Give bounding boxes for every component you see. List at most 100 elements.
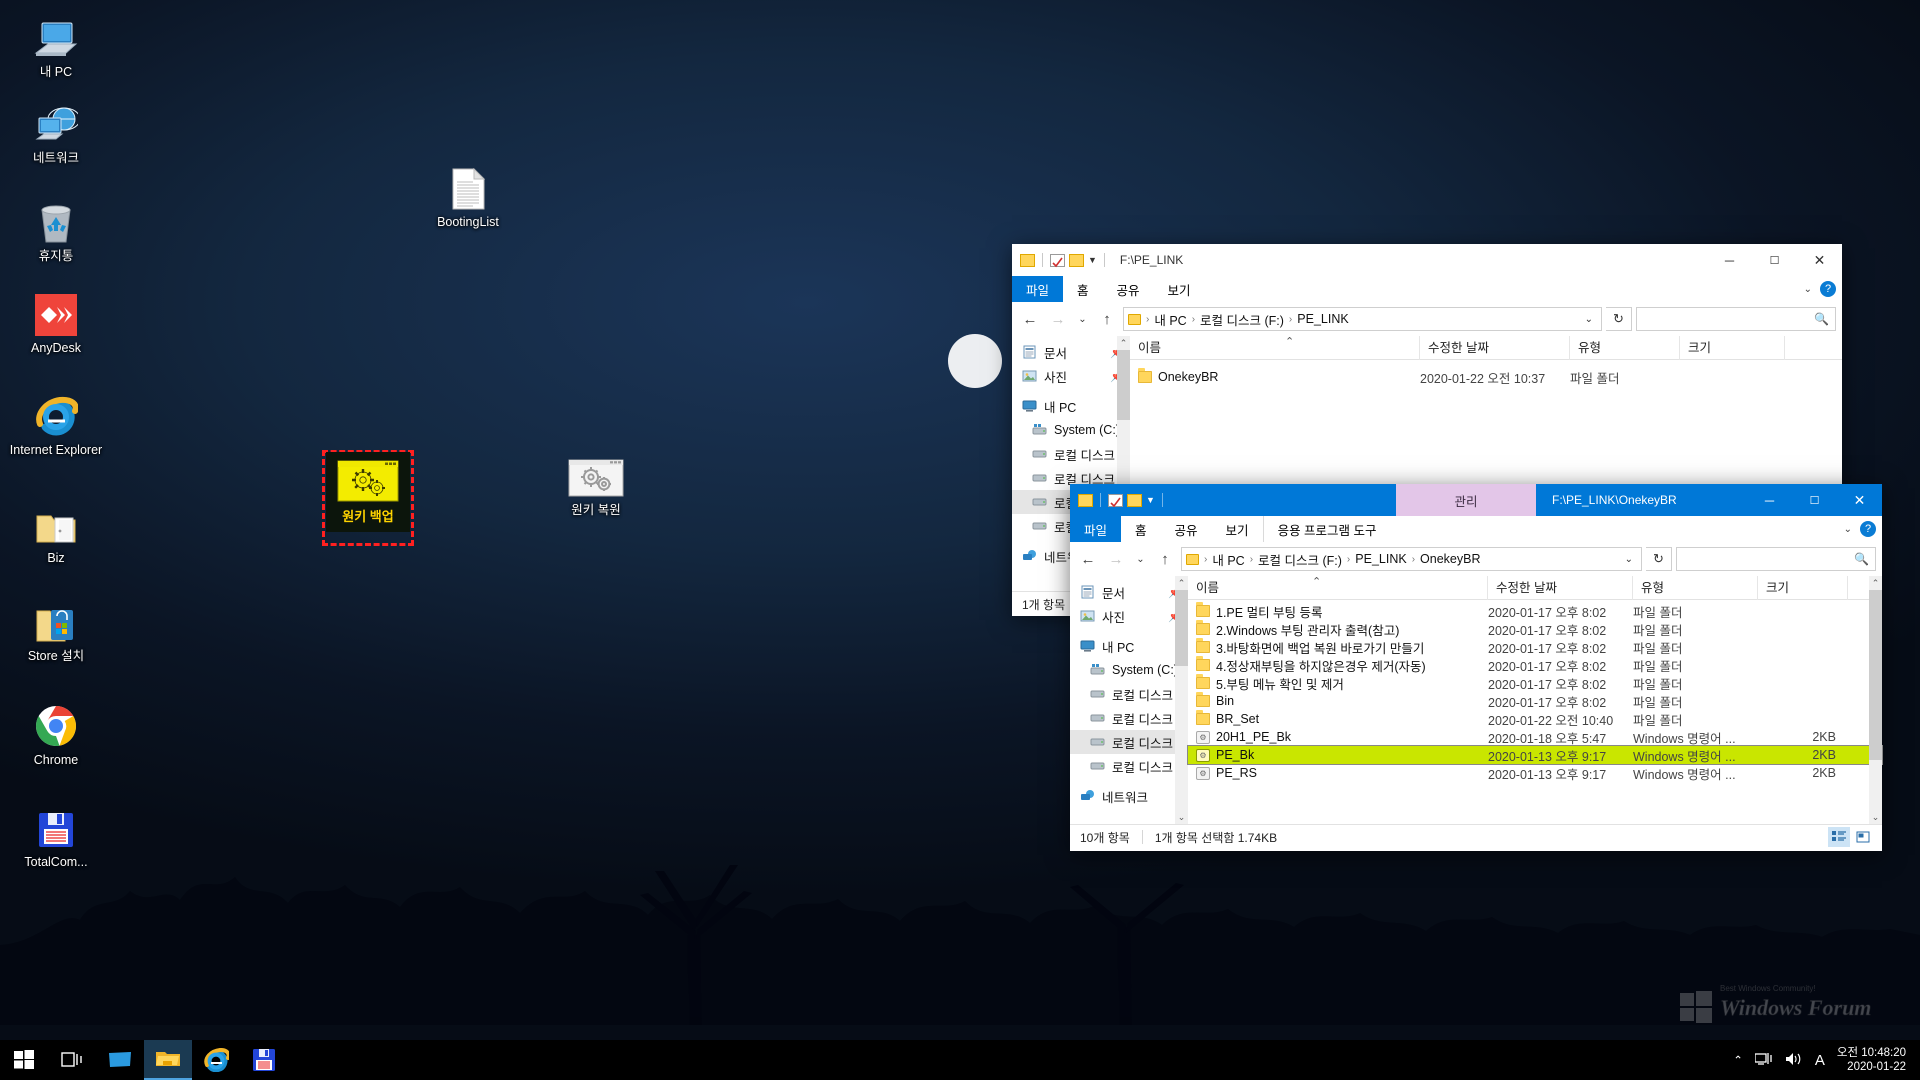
nav-item-system-c[interactable]: System (C:) <box>1070 658 1188 682</box>
column-size[interactable]: 크기 <box>1758 575 1848 600</box>
table-row[interactable]: 1.PE 멀티 부팅 등록 2020-01-17 오후 8:02 파일 폴더 <box>1188 602 1882 620</box>
recent-locations-chevron-icon[interactable]: ⌄ <box>1132 547 1149 571</box>
column-name[interactable]: 이름 ⌃ <box>1130 335 1420 360</box>
scroll-up-arrow-icon[interactable]: ⌃ <box>1117 336 1130 350</box>
table-row[interactable]: 5.부팅 메뉴 확인 및 제거 2020-01-17 오후 8:02 파일 폴더 <box>1188 674 1882 692</box>
window2-navigation-pane[interactable]: 문서 📌 사진 📌 내 PC System <box>1070 576 1188 824</box>
desktop-icon-store-install[interactable]: Store 설치 <box>8 596 104 664</box>
minimize-button[interactable]: ─ <box>1747 484 1792 516</box>
breadcrumb-item-1[interactable]: 로컬 디스크 (F:) <box>1200 310 1284 329</box>
nav-item-my-pc[interactable]: 내 PC <box>1012 394 1130 418</box>
tab-share[interactable]: 공유 <box>1103 276 1154 302</box>
large-icons-view-button[interactable] <box>1852 827 1874 847</box>
volume-tray-icon[interactable] <box>1785 1052 1803 1069</box>
desktop-icon-bootinglist[interactable]: BootingList <box>420 162 516 230</box>
folder-icon[interactable] <box>1078 493 1093 507</box>
desktop-icon-my-pc[interactable]: 내 PC <box>8 12 104 80</box>
expand-ribbon-chevron-icon[interactable]: ⌄ <box>1804 284 1812 295</box>
clock[interactable]: 오전 10:48:20 2020-01-22 <box>1837 1046 1906 1074</box>
breadcrumb[interactable]: › 내 PC › 로컬 디스크 (F:) › PE_LINK ⌄ <box>1123 307 1602 331</box>
ime-indicator[interactable]: A <box>1815 1052 1825 1069</box>
start-button[interactable] <box>0 1040 48 1080</box>
nav-item-drive-f[interactable]: 로컬 디스크 (F:) <box>1070 730 1188 754</box>
desktop-icon-recycle-bin[interactable]: 휴지통 <box>8 196 104 264</box>
refresh-button[interactable]: ↻ <box>1606 307 1632 331</box>
column-type[interactable]: 유형 <box>1633 575 1758 600</box>
nav-item-documents[interactable]: 문서 📌 <box>1070 580 1188 604</box>
taskbar-file-explorer[interactable] <box>144 1040 192 1080</box>
breadcrumb-dropdown-icon[interactable]: ⌄ <box>1585 314 1597 325</box>
table-row[interactable]: ⚙ PE_Bk 2020-01-13 오후 9:17 Windows 명령어 .… <box>1187 745 1883 765</box>
maximize-button[interactable]: ☐ <box>1792 484 1837 516</box>
nav-item-pictures[interactable]: 사진 📌 <box>1012 364 1130 388</box>
breadcrumb-item-0[interactable]: 내 PC <box>1212 550 1244 569</box>
tab-home[interactable]: 홈 <box>1121 516 1161 542</box>
scroll-down-arrow-icon[interactable]: ⌄ <box>1869 810 1882 824</box>
search-input[interactable]: 🔍 <box>1676 547 1876 571</box>
breadcrumb-item-3[interactable]: OnekeyBR <box>1420 552 1480 566</box>
column-headers[interactable]: 이름 ⌃ 수정한 날짜 유형 크기 <box>1188 575 1882 600</box>
breadcrumb-item-2[interactable]: PE_LINK <box>1355 552 1406 566</box>
properties-icon[interactable] <box>1050 253 1065 267</box>
table-row[interactable]: OnekeyBR 2020-01-22 오전 10:37 파일 폴더 <box>1130 368 1842 386</box>
explorer-window-onekeybr[interactable]: ▼ 관리 F:\PE_LINK\OnekeyBR ─ ☐ ✕ 파일 홈 공유 보… <box>1070 484 1883 851</box>
desktop-icon-onekey-restore[interactable]: 원키 복원 <box>548 458 644 518</box>
new-folder-icon[interactable] <box>1069 253 1084 267</box>
desktop-icon-total-commander[interactable]: TotalCom... <box>8 802 104 870</box>
folder-icon[interactable] <box>1020 253 1035 267</box>
window2-ribbon-tabs[interactable]: 파일 홈 공유 보기 응용 프로그램 도구 ⌄ ? <box>1070 516 1882 542</box>
tab-home[interactable]: 홈 <box>1063 276 1103 302</box>
refresh-button[interactable]: ↻ <box>1646 547 1672 571</box>
tab-share[interactable]: 공유 <box>1161 516 1212 542</box>
column-date[interactable]: 수정한 날짜 <box>1420 335 1570 360</box>
column-headers[interactable]: 이름 ⌃ 수정한 날짜 유형 크기 <box>1130 335 1842 360</box>
table-row[interactable]: ⚙ 20H1_PE_Bk 2020-01-18 오후 5:47 Windows … <box>1188 728 1882 746</box>
minimize-button[interactable]: ─ <box>1707 244 1752 276</box>
help-icon[interactable]: ? <box>1820 281 1836 297</box>
chevron-down-icon[interactable]: ▼ <box>1088 255 1097 265</box>
system-tray[interactable]: ⌃ A 오전 10:48:20 2020-01-22 <box>1733 1046 1920 1074</box>
file-list-scrollbar[interactable]: ⌃ ⌄ <box>1869 576 1882 824</box>
taskbar-total-commander[interactable] <box>240 1040 288 1080</box>
table-row[interactable]: ⚙ PE_RS 2020-01-13 오후 9:17 Windows 명령어 .… <box>1188 764 1882 782</box>
file-rows[interactable]: OnekeyBR 2020-01-22 오전 10:37 파일 폴더 <box>1130 360 1842 386</box>
breadcrumb-dropdown-icon[interactable]: ⌄ <box>1625 554 1637 565</box>
up-button[interactable]: ↑ <box>1095 307 1119 331</box>
nav-item-drive-d[interactable]: 로컬 디스크 (D:) <box>1070 682 1188 706</box>
tab-view[interactable]: 보기 <box>1154 276 1205 302</box>
task-view-button[interactable] <box>48 1040 96 1080</box>
help-icon[interactable]: ? <box>1860 521 1876 537</box>
table-row[interactable]: 4.정상재부팅을 하지않은경우 제거(자동) 2020-01-17 오후 8:0… <box>1188 656 1882 674</box>
contextual-tab-manage[interactable]: 관리 <box>1396 484 1536 516</box>
back-button[interactable]: ← <box>1076 547 1100 571</box>
file-rows[interactable]: 1.PE 멀티 부팅 등록 2020-01-17 오후 8:02 파일 폴더 2… <box>1187 600 1883 782</box>
window1-ribbon-tabs[interactable]: 파일 홈 공유 보기 ⌄ ? <box>1012 276 1842 302</box>
column-size[interactable]: 크기 <box>1680 335 1785 360</box>
taskbar-internet-explorer[interactable] <box>192 1040 240 1080</box>
window1-controls[interactable]: ─ ☐ ✕ <box>1707 244 1842 276</box>
scrollbar-thumb[interactable] <box>1117 350 1130 420</box>
details-view-button[interactable] <box>1828 827 1850 847</box>
nav-item-documents[interactable]: 문서 📌 <box>1012 340 1130 364</box>
nav-item-system-c[interactable]: System (C:) <box>1012 418 1130 442</box>
quick-access-toolbar[interactable]: ▼ <box>1070 493 1166 507</box>
nav-item-network[interactable]: 네트워크 <box>1070 784 1188 808</box>
chevron-down-icon[interactable]: ▼ <box>1146 495 1155 505</box>
nav-item-drive-e[interactable]: 로컬 디스크 (E:) <box>1070 706 1188 730</box>
nav-item-drive-g[interactable]: 로컬 디스크 (G:) <box>1070 754 1188 778</box>
window2-file-list[interactable]: 이름 ⌃ 수정한 날짜 유형 크기 1.PE 멀티 부팅 등록 2020-01-… <box>1187 575 1883 824</box>
close-button[interactable]: ✕ <box>1837 484 1882 516</box>
new-folder-icon[interactable] <box>1127 493 1142 507</box>
properties-icon[interactable] <box>1108 493 1123 507</box>
column-date[interactable]: 수정한 날짜 <box>1488 575 1633 600</box>
desktop-icon-network[interactable]: 네트워크 <box>8 98 104 166</box>
window1-address-bar[interactable]: ← → ⌄ ↑ › 내 PC › 로컬 디스크 (F:) › PE_LINK ⌄… <box>1012 302 1842 336</box>
breadcrumb-item-2[interactable]: PE_LINK <box>1297 312 1348 326</box>
search-input[interactable]: 🔍 <box>1636 307 1836 331</box>
desktop-icon-onekey-backup[interactable]: 원키 백업 <box>326 452 410 532</box>
back-button[interactable]: ← <box>1018 307 1042 331</box>
table-row[interactable]: 2.Windows 부팅 관리자 출력(참고) 2020-01-17 오후 8:… <box>1188 620 1882 638</box>
close-button[interactable]: ✕ <box>1797 244 1842 276</box>
desktop-icon-internet-explorer[interactable]: Internet Explorer <box>8 390 104 458</box>
desktop-icon-anydesk[interactable]: AnyDesk <box>8 288 104 356</box>
